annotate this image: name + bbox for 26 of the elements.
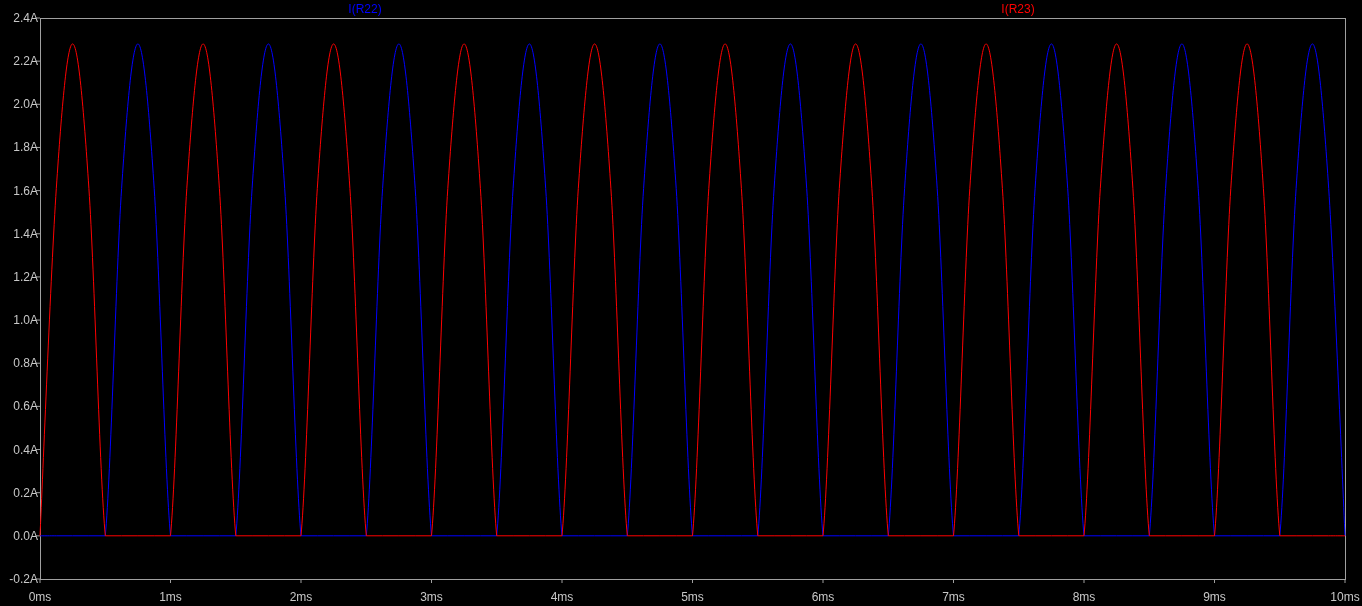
axis-tick-label: 1.0A <box>13 313 38 328</box>
axis-tick-label: 1ms <box>159 590 182 604</box>
axis-tick-label: 8ms <box>1072 590 1096 604</box>
axis-tick-label: 1.4A <box>13 226 38 241</box>
axis-tick-label: 7ms <box>942 590 965 604</box>
axis-tick-label: 9ms <box>1203 590 1226 604</box>
axis-tick-label: 3ms <box>420 590 443 604</box>
axis-tick-label: 0.0A <box>13 528 38 543</box>
axis-tick-label: 5ms <box>681 590 704 604</box>
axis-tick-label: 0.4A <box>13 442 38 457</box>
axis-tick-label: 0.6A <box>13 399 38 414</box>
axis-tick-label: 2ms <box>289 590 313 604</box>
axis-tick-label: 10ms <box>1330 590 1360 604</box>
axis-tick-label: 2.4A <box>13 11 38 25</box>
legend-label[interactable]: I(R23) <box>1001 2 1035 16</box>
axis-tick-label: 0.8A <box>13 356 38 371</box>
axis-tick-label: 2.0A <box>13 97 38 112</box>
axis-tick-label: 1.6A <box>13 183 38 198</box>
axis-tick-label: 1.8A <box>13 140 38 155</box>
axis-tick-label: 4ms <box>550 590 574 604</box>
axis-tick-label: 0.2A <box>13 485 38 500</box>
axis-tick-label: 6ms <box>811 590 835 604</box>
axis-tick-label: 1.2A <box>13 269 38 284</box>
axis-tick-label: -0.2A <box>9 572 38 586</box>
axis-tick-label: 2.2A <box>13 54 38 69</box>
axis-tick-label: 0ms <box>28 590 52 604</box>
